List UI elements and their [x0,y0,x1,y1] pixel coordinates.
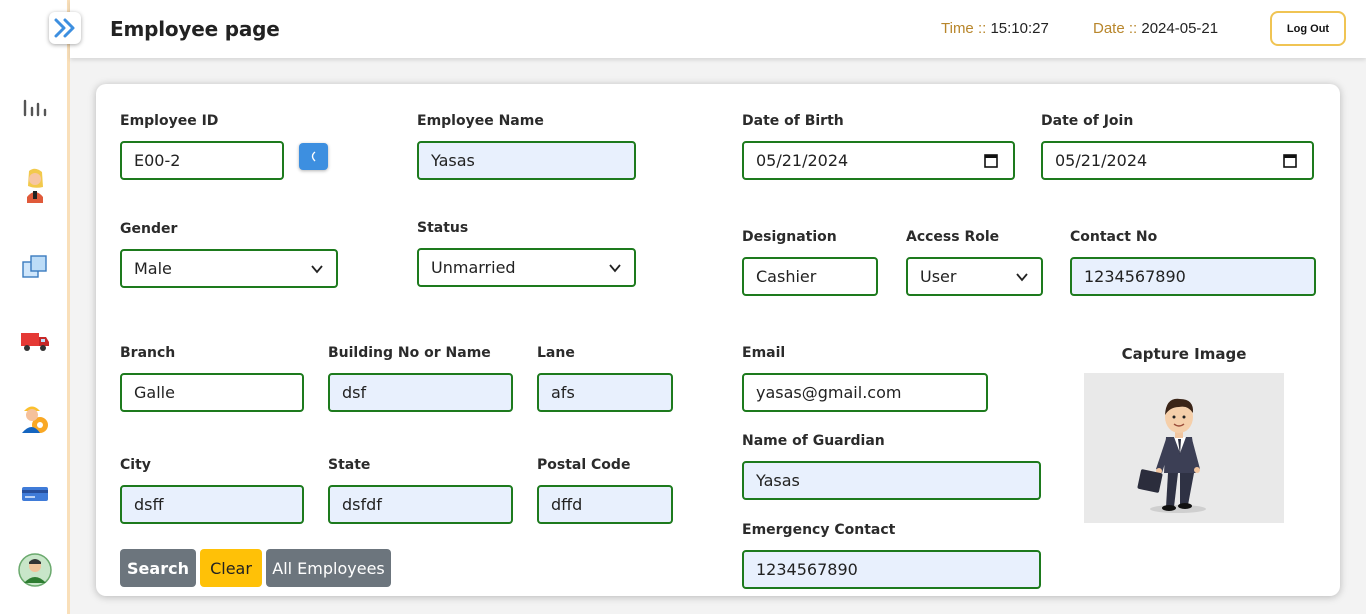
designation-label: Designation [742,229,837,245]
dob-label: Date of Birth [742,113,844,129]
dob-value: 05/21/2024 [756,151,849,170]
top-header: Employee page Time :: 15:10:27 Date :: 2… [70,0,1366,58]
credit-card-icon[interactable] [18,477,52,511]
time-label: Time :: [941,20,987,37]
status-label: Status [417,220,469,236]
access-role-value: User [920,267,957,286]
toggle-chevrons-icon[interactable] [49,12,81,44]
doj-input[interactable]: 05/21/2024 [1041,141,1314,180]
doj-value: 05/21/2024 [1055,151,1148,170]
city-input[interactable]: dsff [120,485,304,524]
email-label: Email [742,345,786,361]
dob-input[interactable]: 05/21/2024 [742,141,1015,180]
contact-input[interactable]: 1234567890 [1070,257,1316,296]
building-input[interactable]: dsf [328,373,513,412]
branch-input[interactable]: Galle [120,373,304,412]
chevron-down-icon [311,265,323,274]
employee-name-label: Employee Name [417,113,544,129]
capture-image-preview[interactable] [1084,373,1284,523]
date-value: 2024-05-21 [1141,20,1219,37]
search-button[interactable]: Search [120,549,196,587]
employee-id-input[interactable]: E00-2 [120,141,284,180]
lane-label: Lane [537,345,575,361]
email-input[interactable]: yasas@gmail.com [742,373,988,412]
all-employees-button[interactable]: All Employees [266,549,391,587]
date-display: Date :: 2024-05-21 [1093,20,1218,37]
time-value: 15:10:27 [990,20,1049,37]
clear-button[interactable]: Clear [200,549,262,587]
postal-code-input[interactable]: dffd [537,485,673,524]
page-title: Employee page [110,17,280,41]
sidebar [0,0,70,614]
branch-label: Branch [120,345,176,361]
postal-code-label: Postal Code [537,457,631,473]
chevron-down-icon [609,264,621,273]
time-display: Time :: 15:10:27 [941,20,1049,37]
calendar-icon[interactable] [984,153,998,168]
status-value: Unmarried [431,258,516,277]
access-role-label: Access Role [906,229,1000,245]
businessman-illustration [1137,398,1206,513]
city-label: City [120,457,151,473]
gender-select[interactable]: Male [120,249,338,288]
worker-gear-icon[interactable] [18,401,52,435]
gender-label: Gender [120,221,178,237]
date-label: Date :: [1093,20,1138,37]
contact-label: Contact No [1070,229,1158,245]
lane-input[interactable]: afs [537,373,673,412]
logout-button[interactable]: Log Out [1270,11,1346,46]
emergency-contact-label: Emergency Contact [742,522,896,538]
building-label: Building No or Name [328,345,491,361]
access-role-select[interactable]: User [906,257,1043,296]
user-avatar-icon[interactable] [18,553,52,587]
generate-id-button[interactable] [299,143,328,170]
calendar-icon[interactable] [1283,153,1297,168]
state-label: State [328,457,371,473]
guardian-input[interactable]: Yasas [742,461,1041,500]
refresh-icon [311,151,316,162]
employee-avatar-icon[interactable] [18,168,52,203]
designation-input[interactable]: Cashier [742,257,878,296]
guardian-label: Name of Guardian [742,433,885,449]
state-input[interactable]: dsfdf [328,485,513,524]
squares-icon[interactable] [18,250,52,284]
doj-label: Date of Join [1041,113,1134,129]
emergency-contact-input[interactable]: 1234567890 [742,550,1041,589]
capture-image-label: Capture Image [1121,345,1247,363]
employee-name-input[interactable]: Yasas [417,141,636,180]
bar-chart-icon[interactable] [18,90,52,124]
gender-value: Male [134,259,172,278]
chevron-down-icon [1016,273,1028,282]
employee-id-label: Employee ID [120,113,219,129]
delivery-truck-icon[interactable] [18,324,52,358]
status-select[interactable]: Unmarried [417,248,636,287]
